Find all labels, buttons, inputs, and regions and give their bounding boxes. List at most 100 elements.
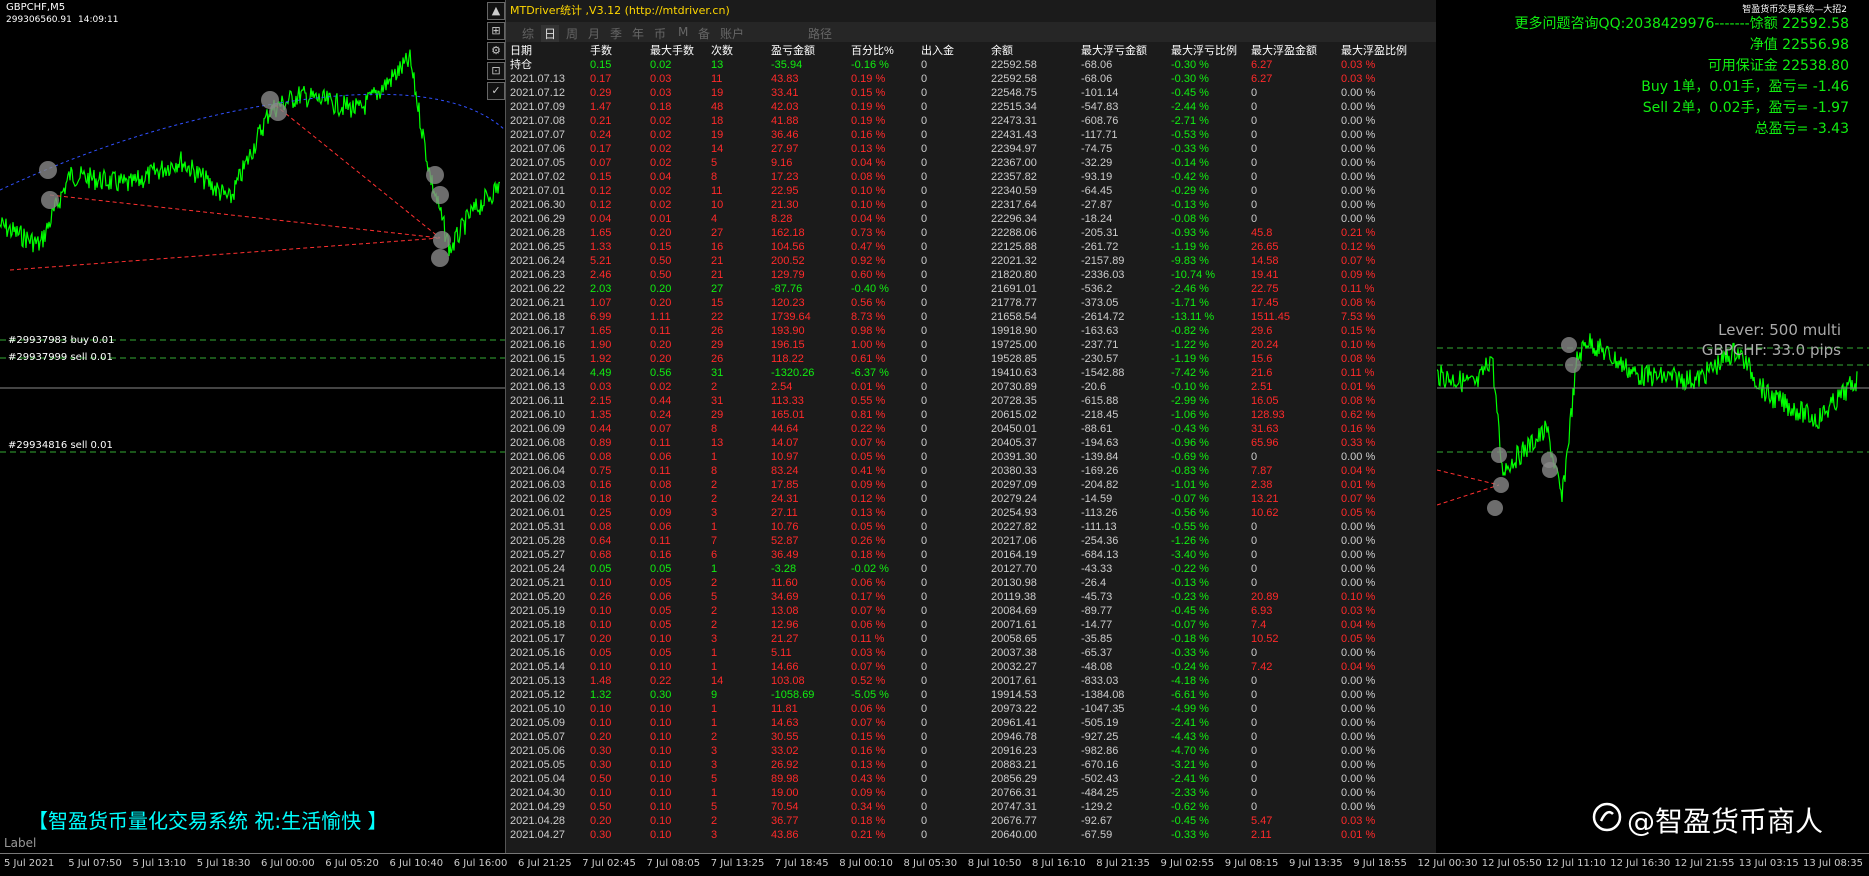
col-header[interactable]: 最大浮亏金额 (1081, 44, 1171, 58)
col-header[interactable]: 日期 (510, 44, 590, 58)
table-row[interactable]: 2021.05.14 0.10 0.10 1 14.66 0.07 % 0 20032.27 -… (510, 660, 1411, 674)
trade-marker-icon[interactable] (1565, 357, 1581, 373)
trade-marker-icon[interactable] (1487, 500, 1503, 516)
trade-marker-icon[interactable] (39, 161, 57, 179)
table-row[interactable]: 2021.07.05 0.07 0.02 5 9.16 0.04 % 0 22367.00 -3… (510, 156, 1411, 170)
col-header[interactable]: 次数 (711, 44, 771, 58)
table-row[interactable]: 2021.06.03 0.16 0.08 2 17.85 0.09 % 0 20297.09 -… (510, 478, 1411, 492)
left-price-chart[interactable]: GBPCHF,M5 299306560.91 14:09:11 #2993798… (0, 0, 506, 853)
tab-currency[interactable]: 币 (654, 25, 666, 42)
tab-magic[interactable]: M (678, 25, 688, 39)
table-row[interactable]: 2021.07.02 0.15 0.04 8 17.23 0.08 % 0 22357.82 -… (510, 170, 1411, 184)
table-row[interactable]: 2021.06.30 0.12 0.02 10 21.30 0.10 % 0 22317.64… (510, 198, 1411, 212)
table-row[interactable]: 2021.06.23 2.46 0.50 21 129.79 0.60 % 0 21820.8… (510, 268, 1411, 282)
table-row[interactable]: 2021.06.14 4.49 0.56 31 -1320.26 -6.37 % 0 1941… (510, 366, 1411, 380)
table-row[interactable]: 2021.06.06 0.08 0.06 1 10.97 0.05 % 0 20391.30 -… (510, 450, 1411, 464)
col-header[interactable]: 最大浮盈金额 (1251, 44, 1341, 58)
table-row[interactable]: 2021.05.16 0.05 0.05 1 5.11 0.03 % 0 20037.38 -6… (510, 646, 1411, 660)
table-row[interactable]: 2021.06.13 0.03 0.02 2 2.54 0.01 % 0 20730.89 -2… (510, 380, 1411, 394)
table-row[interactable]: 2021.04.28 0.20 0.10 2 36.77 0.18 % 0 20676.77 -… (510, 814, 1411, 828)
trade-marker-icon[interactable] (41, 191, 59, 209)
table-row[interactable]: 2021.05.09 0.10 0.10 1 14.63 0.07 % 0 20961.41 -… (510, 716, 1411, 730)
trade-marker-icon[interactable] (269, 103, 287, 121)
trade-marker-icon[interactable] (1491, 447, 1507, 463)
table-row[interactable]: 2021.06.18 6.99 1.11 22 1739.64 8.73 % 0 21658.… (510, 310, 1411, 324)
tab-weekly[interactable]: 周 (566, 25, 578, 42)
table-row[interactable]: 2021.05.17 0.20 0.10 3 21.27 0.11 % 0 20058.65 -… (510, 632, 1411, 646)
table-row[interactable]: 2021.05.20 0.26 0.06 5 34.69 0.17 % 0 20119.38 -… (510, 590, 1411, 604)
table-row[interactable]: 2021.06.21 1.07 0.20 15 120.23 0.56 % 0 21778.7… (510, 296, 1411, 310)
table-row[interactable]: 持仓 0.15 0.02 13 -35.94 -0.16 % 0 22592.58 -68.06… (510, 58, 1411, 72)
table-row[interactable]: 2021.06.11 2.15 0.44 31 113.33 0.55 % 0 20728.3… (510, 394, 1411, 408)
table-row[interactable]: 2021.06.01 0.25 0.09 3 27.11 0.13 % 0 20254.93 -… (510, 506, 1411, 520)
tab-quarterly[interactable]: 季 (610, 25, 622, 42)
table-row[interactable]: 2021.06.28 1.65 0.20 27 162.18 0.73 % 0 22288.0… (510, 226, 1411, 240)
col-header[interactable]: 最大浮盈比例 (1341, 44, 1411, 58)
table-row[interactable]: 2021.06.04 0.75 0.11 8 83.24 0.41 % 0 20380.33 -… (510, 464, 1411, 478)
trade-marker-icon[interactable] (1561, 337, 1577, 353)
table-row[interactable]: 2021.05.04 0.50 0.10 5 89.98 0.43 % 0 20856.29 -… (510, 772, 1411, 786)
table-row[interactable]: 2021.07.07 0.24 0.02 19 36.46 0.16 % 0 22431.43… (510, 128, 1411, 142)
trade-marker-icon[interactable] (431, 186, 449, 204)
col-header[interactable]: 百分比% (851, 44, 921, 58)
table-row[interactable]: 2021.05.27 0.68 0.16 6 36.49 0.18 % 0 20164.19 -… (510, 548, 1411, 562)
tab-summary[interactable]: 综 (522, 25, 534, 42)
order-line-label[interactable]: #29937999 sell 0.01 (8, 352, 113, 363)
col-header[interactable]: 最大浮亏比例 (1171, 44, 1251, 58)
trade-marker-icon[interactable] (1493, 477, 1509, 493)
trade-marker-icon[interactable] (431, 249, 449, 267)
trade-marker-icon[interactable] (426, 166, 444, 184)
table-row[interactable]: 2021.05.06 0.30 0.10 3 33.02 0.16 % 0 20916.23 -… (510, 744, 1411, 758)
tool-icon[interactable]: ⊞ (487, 22, 505, 40)
up-arrow-icon[interactable]: ▲ (487, 2, 505, 20)
order-line-label[interactable]: #29934816 sell 0.01 (8, 440, 113, 451)
trade-marker-icon[interactable] (433, 231, 451, 249)
table-row[interactable]: 2021.07.12 0.29 0.03 19 33.41 0.15 % 0 22548.75… (510, 86, 1411, 100)
tab-daily[interactable]: 日 (541, 25, 560, 42)
table-row[interactable]: 2021.07.13 0.17 0.03 11 43.83 0.19 % 0 22592.58… (510, 72, 1411, 86)
table-row[interactable]: 2021.06.08 0.89 0.11 13 14.07 0.07 % 0 20405.37… (510, 436, 1411, 450)
table-row[interactable]: 2021.05.21 0.10 0.05 2 11.60 0.06 % 0 20130.98 -… (510, 576, 1411, 590)
table-row[interactable]: 2021.04.29 0.50 0.10 5 70.54 0.34 % 0 20747.31 -… (510, 800, 1411, 814)
table-row[interactable]: 2021.07.09 1.47 0.18 48 42.03 0.19 % 0 22515.34… (510, 100, 1411, 114)
table-row[interactable]: 2021.05.12 1.32 0.30 9 -1058.69 -5.05 % 0 19914… (510, 688, 1411, 702)
order-line-label[interactable]: #29937983 buy 0.01 (8, 335, 115, 346)
table-row[interactable]: 2021.05.19 0.10 0.05 2 13.08 0.07 % 0 20084.69 -… (510, 604, 1411, 618)
table-row[interactable]: 2021.06.15 1.92 0.20 26 118.22 0.61 % 0 19528.8… (510, 352, 1411, 366)
checkmark-icon[interactable]: ✓ (487, 82, 505, 100)
settings-icon[interactable]: ⚙ (487, 42, 505, 60)
table-row[interactable]: 2021.05.28 0.64 0.11 7 52.87 0.26 % 0 20217.06 -… (510, 534, 1411, 548)
col-header[interactable]: 余额 (991, 44, 1081, 58)
col-header[interactable]: 盈亏金额 (771, 44, 851, 58)
table-row[interactable]: 2021.06.09 0.44 0.07 8 44.64 0.22 % 0 20450.01 -… (510, 422, 1411, 436)
table-row[interactable]: 2021.06.16 1.90 0.20 29 196.15 1.00 % 0 19725.0… (510, 338, 1411, 352)
table-row[interactable]: 2021.05.07 0.20 0.10 2 30.55 0.15 % 0 20946.78 -… (510, 730, 1411, 744)
table-row[interactable]: 2021.07.08 0.21 0.02 18 41.88 0.19 % 0 22473.31… (510, 114, 1411, 128)
table-row[interactable]: 2021.05.24 0.05 0.05 1 -3.28 -0.02 % 0 20127.70… (510, 562, 1411, 576)
table-row[interactable]: 2021.05.13 1.48 0.22 14 103.08 0.52 % 0 20017.6… (510, 674, 1411, 688)
col-header[interactable]: 出入金 (921, 44, 991, 58)
table-row[interactable]: 2021.05.10 0.10 0.10 1 11.81 0.06 % 0 20973.22 -… (510, 702, 1411, 716)
table-row[interactable]: 2021.06.02 0.18 0.10 2 24.31 0.12 % 0 20279.24 -… (510, 492, 1411, 506)
table-row[interactable]: 2021.06.25 1.33 0.15 16 104.56 0.47 % 0 22125.8… (510, 240, 1411, 254)
tab-path[interactable]: 路径 (808, 25, 832, 42)
table-row[interactable]: 2021.04.30 0.10 0.10 1 19.00 0.09 % 0 20766.31 -… (510, 786, 1411, 800)
table-row[interactable]: 2021.07.06 0.17 0.02 14 27.97 0.13 % 0 22394.97… (510, 142, 1411, 156)
right-price-chart[interactable]: 智盈货币交易系统—大招2 更多问题咨询QQ:2038429976-------馀… (1436, 0, 1869, 853)
table-row[interactable]: 2021.05.18 0.10 0.05 2 12.96 0.06 % 0 20071.61 -… (510, 618, 1411, 632)
table-row[interactable]: 2021.06.10 1.35 0.24 29 165.01 0.81 % 0 20615.0… (510, 408, 1411, 422)
table-row[interactable]: 2021.05.05 0.30 0.10 3 26.92 0.13 % 0 20883.21 -… (510, 758, 1411, 772)
tab-yearly[interactable]: 年 (632, 25, 644, 42)
select-icon[interactable]: ⊡ (487, 62, 505, 80)
table-row[interactable]: 2021.07.01 0.12 0.02 11 22.95 0.10 % 0 22340.59… (510, 184, 1411, 198)
tab-notes[interactable]: 备 (698, 25, 710, 42)
table-row[interactable]: 2021.06.24 5.21 0.50 21 200.52 0.92 % 0 22021.3… (510, 254, 1411, 268)
trade-marker-icon[interactable] (1542, 462, 1558, 478)
tab-account[interactable]: 账户 (720, 25, 744, 42)
tab-monthly[interactable]: 月 (588, 25, 600, 42)
col-header[interactable]: 手数 (590, 44, 650, 58)
table-row[interactable]: 2021.06.17 1.65 0.11 26 193.90 0.98 % 0 19918.9… (510, 324, 1411, 338)
col-header[interactable]: 最大手数 (650, 44, 711, 58)
table-row[interactable]: 2021.04.27 0.30 0.10 3 43.86 0.21 % 0 20640.00 -… (510, 828, 1411, 842)
table-row[interactable]: 2021.06.29 0.04 0.01 4 8.28 0.04 % 0 22296.34 -1… (510, 212, 1411, 226)
